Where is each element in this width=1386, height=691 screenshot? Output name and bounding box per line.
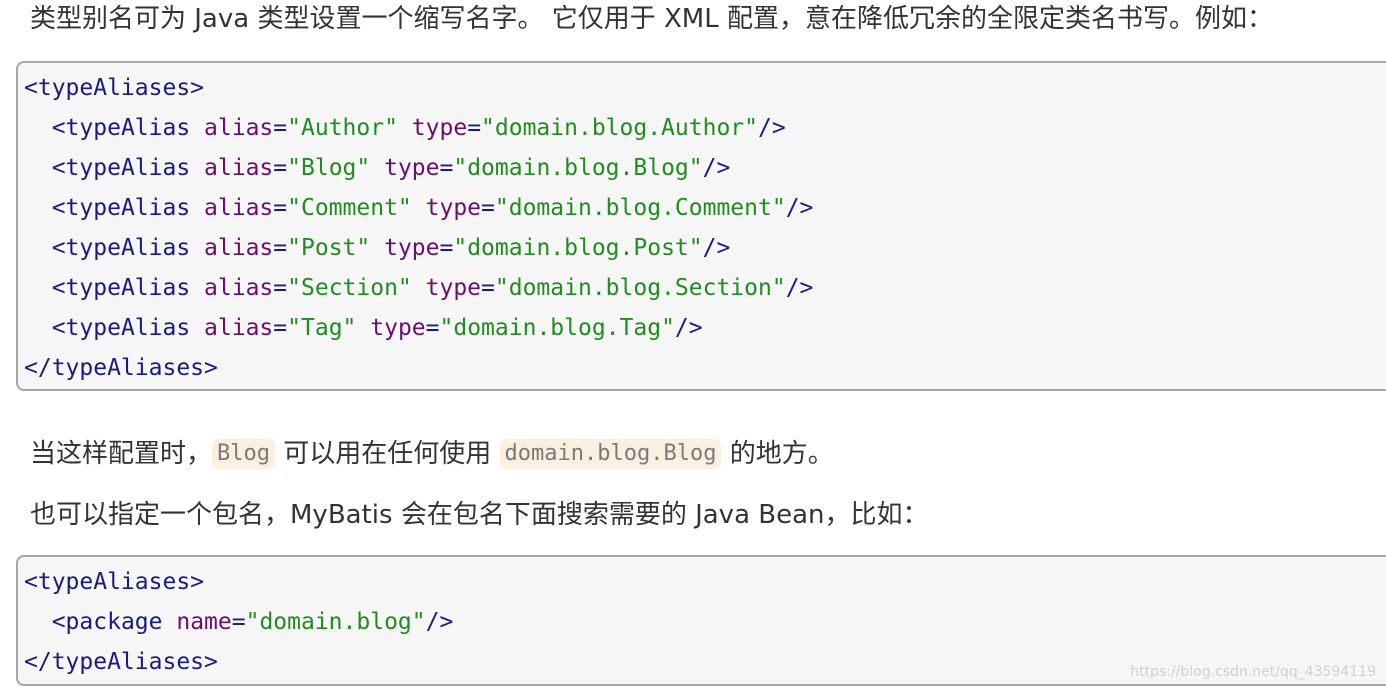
usage-text-middle: 可以用在任何使用 — [275, 439, 500, 469]
usage-text-after: 的地方。 — [721, 439, 834, 469]
code-line: <typeAlias alias="Tag" type="domain.blog… — [24, 308, 703, 348]
usage-text-before: 当这样配置时， — [30, 439, 213, 469]
xml-attribute-name: alias — [204, 195, 274, 221]
xml-tag-close: /> — [785, 195, 814, 221]
inline-code-full-class-name: domain.blog.Blog — [499, 439, 722, 469]
xml-tag: </typeAliases> — [24, 649, 218, 675]
xml-tag-close: /> — [425, 609, 454, 635]
xml-attribute-name: alias — [204, 235, 274, 261]
xml-equals: = — [481, 275, 495, 301]
xml-equals: = — [273, 235, 288, 261]
code-line: <package name="domain.blog"/> — [24, 602, 454, 642]
xml-attribute-value: "domain.blog.Section" — [494, 275, 786, 301]
xml-equals: = — [231, 609, 246, 635]
code-line: <typeAlias alias="Post" type="domain.blo… — [24, 228, 731, 268]
xml-attribute-value: "domain.blog" — [245, 609, 426, 635]
xml-attribute-name: alias — [204, 315, 274, 341]
xml-attribute-value: "Blog" — [287, 155, 371, 181]
xml-equals: = — [273, 315, 288, 341]
code-block-type-aliases: <typeAliases> <typeAlias alias="Author" … — [16, 61, 1386, 391]
xml-attribute-name: type — [425, 195, 482, 221]
xml-attribute-name: alias — [204, 155, 274, 181]
watermark-url: https://blog.csdn.net/qq_43594119 — [1130, 664, 1376, 680]
xml-attribute-name: alias — [204, 275, 274, 301]
xml-attribute-name: type — [425, 275, 482, 301]
xml-attribute-value: "Post" — [287, 235, 371, 261]
xml-attribute-value: "domain.blog.Author" — [481, 115, 758, 141]
xml-tag-close: /> — [758, 115, 786, 141]
code-line: </typeAliases> — [24, 348, 218, 388]
intro-paragraph: 类型别名可为 Java 类型设置一个缩写名字。 它仅用于 XML 配置，意在降低… — [30, 4, 1273, 34]
xml-attribute-name: alias — [204, 115, 274, 141]
package-paragraph: 也可以指定一个包名，MyBatis 会在包名下面搜索需要的 Java Bean，… — [30, 500, 929, 530]
xml-attribute-value: "Author" — [287, 115, 398, 141]
code-line: <typeAliases> — [24, 562, 204, 602]
xml-attribute-name: type — [370, 315, 426, 341]
xml-tag: </typeAliases> — [24, 355, 218, 381]
xml-attribute-value: "domain.blog.Tag" — [439, 315, 675, 341]
xml-tag: <typeAlias — [51, 235, 191, 261]
code-line: <typeAlias alias="Author" type="domain.b… — [24, 108, 786, 148]
code-line: <typeAliases> — [24, 68, 204, 108]
xml-attribute-value: "Comment" — [287, 195, 412, 221]
xml-tag-close: /> — [702, 235, 731, 261]
xml-equals: = — [439, 235, 454, 261]
xml-tag: <typeAlias — [51, 195, 191, 221]
xml-equals: = — [273, 275, 288, 301]
xml-attribute-value: "domain.blog.Post" — [453, 235, 703, 261]
xml-tag: <typeAlias — [51, 275, 191, 301]
xml-equals: = — [273, 115, 288, 141]
xml-attribute-value: "Section" — [287, 275, 412, 301]
xml-attribute-value: "domain.blog.Blog" — [453, 155, 703, 181]
xml-attribute-name: type — [384, 155, 440, 181]
xml-tag-close: /> — [785, 275, 814, 301]
xml-equals: = — [273, 195, 288, 221]
code-line: <typeAlias alias="Section" type="domain.… — [24, 268, 814, 308]
xml-equals: = — [439, 155, 454, 181]
xml-attribute-name: type — [384, 235, 440, 261]
xml-equals: = — [481, 195, 495, 221]
xml-tag: <typeAlias — [51, 155, 191, 181]
xml-attribute-value: "Tag" — [287, 315, 357, 341]
xml-attribute-name: name — [176, 609, 232, 635]
xml-tag: <typeAliases> — [24, 569, 205, 595]
inline-code-blog: Blog — [212, 439, 275, 469]
xml-tag: <package — [51, 609, 163, 635]
code-line: <typeAlias alias="Comment" type="domain.… — [24, 188, 814, 228]
usage-paragraph: 当这样配置时， Blog 可以用在任何使用 domain.blog.Blog 的地… — [30, 436, 834, 472]
xml-tag: <typeAlias — [51, 115, 191, 141]
xml-equals: = — [467, 115, 482, 141]
xml-equals: = — [273, 155, 288, 181]
xml-tag: <typeAliases> — [24, 75, 205, 101]
xml-attribute-name: type — [411, 115, 468, 141]
xml-tag-close: /> — [674, 315, 703, 341]
xml-attribute-value: "domain.blog.Comment" — [494, 195, 786, 221]
code-line: <typeAlias alias="Blog" type="domain.blo… — [24, 148, 731, 188]
code-line: </typeAliases> — [24, 642, 218, 682]
xml-tag: <typeAlias — [51, 315, 191, 341]
xml-tag-close: /> — [702, 155, 731, 181]
xml-equals: = — [425, 315, 440, 341]
